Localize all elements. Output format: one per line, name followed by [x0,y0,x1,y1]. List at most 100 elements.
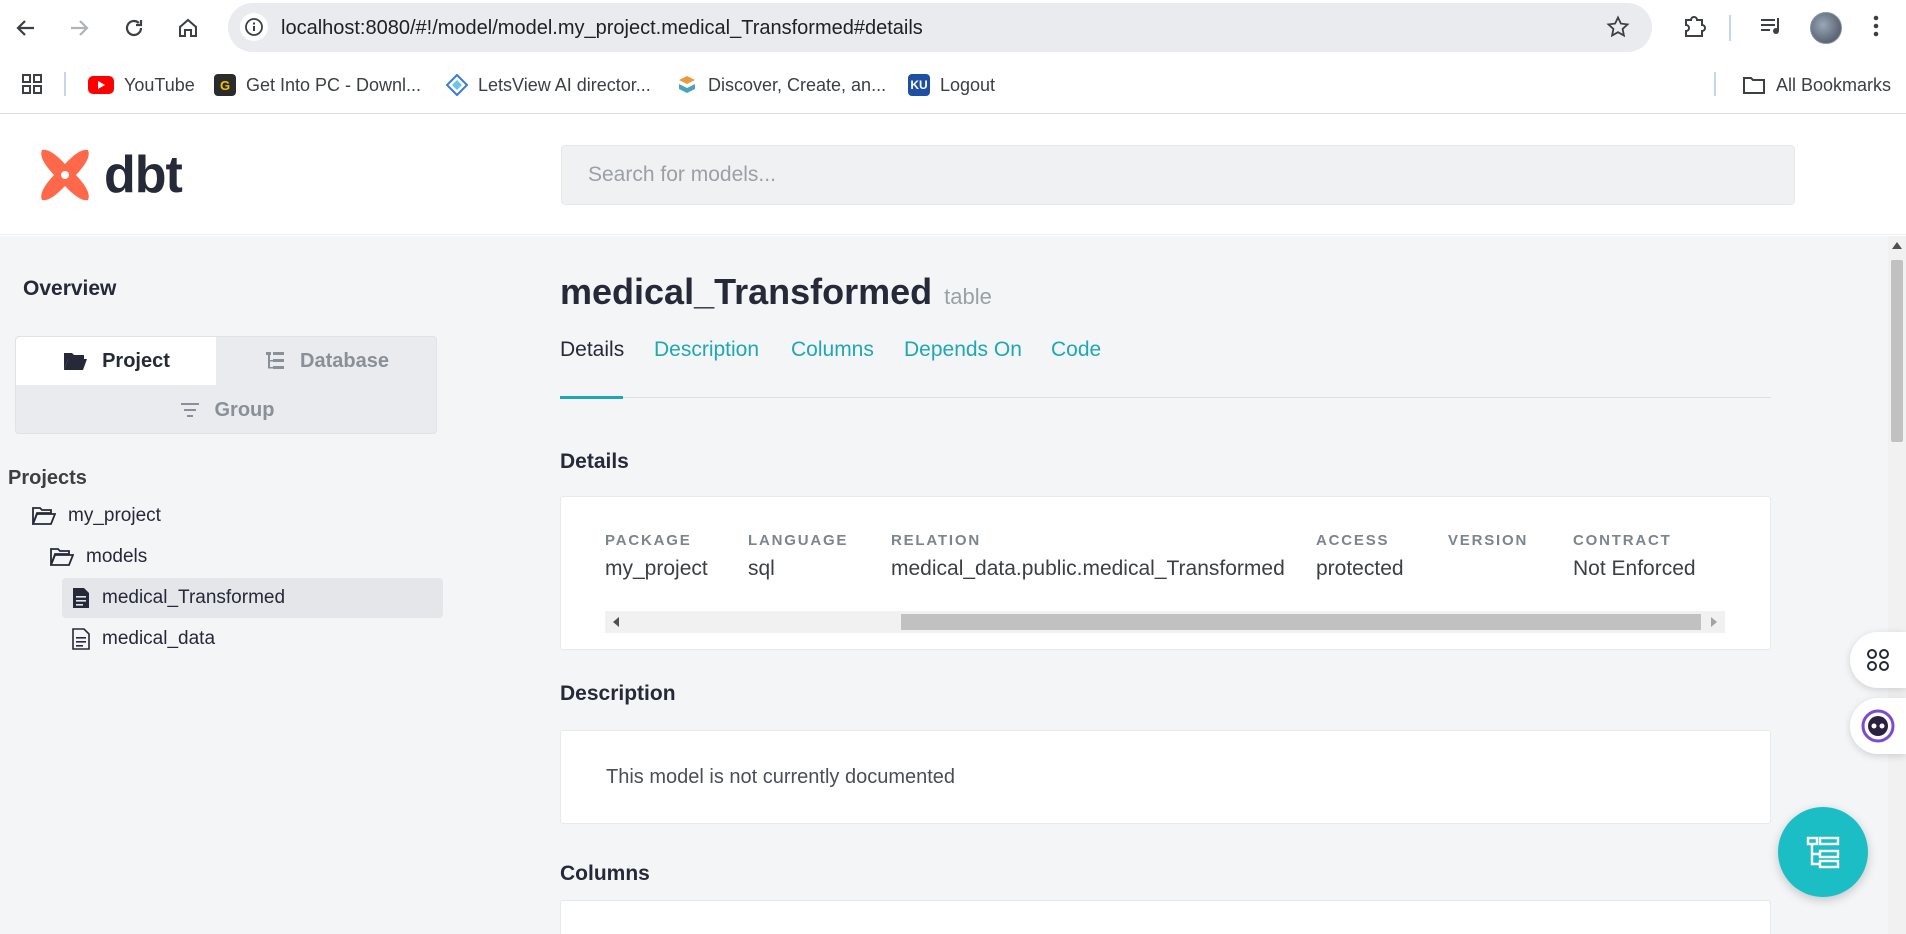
overview-link[interactable]: Overview [23,277,116,301]
detail-version: VERSION [1448,532,1528,557]
tree-item-label: medical_data [102,628,216,649]
bookmark-label: LetsView AI director... [478,74,651,95]
bookmarks-divider [64,72,66,96]
tab-depends-on[interactable]: Depends On [904,338,1022,362]
sidebar: Overview Project Database Group Projects… [0,236,450,934]
scrollbar-thumb[interactable] [901,614,1701,630]
media-controls-icon[interactable] [1758,12,1786,45]
getintopc-icon: G [214,74,236,96]
forward-button[interactable] [61,10,97,46]
all-bookmarks-label: All Bookmarks [1776,74,1892,95]
folder-open-icon [50,548,74,566]
file-filled-icon [73,588,89,608]
page-scrollbar[interactable] [1888,236,1906,934]
detail-value: protected [1316,557,1404,580]
bookmarks-divider [1714,72,1716,96]
database-tree-icon [266,352,285,369]
bookmark-logout[interactable]: KU Logout [908,70,995,100]
dbt-logo[interactable]: dbt [36,145,183,205]
url-text[interactable]: localhost:8080/#!/model/model.my_project… [281,17,923,40]
scroll-left-icon[interactable] [605,611,627,633]
forward-arrow-icon [71,20,89,36]
tree-item-label: models [86,546,148,567]
detail-value: medical_data.public.medical_Transformed [891,557,1285,580]
home-icon [179,18,197,37]
site-info-icon[interactable] [240,13,268,41]
details-horizontal-scrollbar[interactable] [605,611,1725,633]
bookmark-label: Discover, Create, an... [708,74,887,95]
back-button[interactable] [8,10,44,46]
folder-icon [1742,75,1766,95]
scroll-up-icon[interactable] [1892,242,1902,249]
reload-button[interactable] [116,10,152,46]
folder-open-icon [32,507,56,525]
detail-value: sql [748,557,775,580]
details-heading: Details [560,450,629,473]
tree-folder-models[interactable]: models [50,537,147,577]
bookmark-letsview[interactable]: LetsView AI director... [446,70,651,100]
detail-key: ACCESS [1316,532,1390,549]
ku-icon: KU [908,74,930,96]
discover-icon [676,74,698,96]
sidebar-view-switcher: Project Database Group [15,336,437,434]
bookmark-discover[interactable]: Discover, Create, an... [676,70,886,100]
all-bookmarks-button[interactable]: All Bookmarks [1742,70,1891,100]
page-scrollbar-thumb[interactable] [1891,260,1903,442]
model-title: medical_Transformed table [560,271,992,313]
tab-details[interactable]: Details [560,338,624,362]
tab-code[interactable]: Code [1051,338,1101,362]
extensions-icon[interactable] [1680,12,1708,45]
tree-project-my-project[interactable]: my_project [32,496,161,536]
tree-item-label: medical_Transformed [102,587,286,608]
tree-model-medical-data[interactable]: medical_data [72,619,215,659]
description-heading: Description [560,682,676,705]
letsview-icon [446,74,468,96]
projects-heading: Projects [8,467,87,489]
browser-menu-icon[interactable] [1868,12,1884,45]
bookmark-star-icon[interactable] [1606,15,1630,44]
bookmark-youtube[interactable]: YouTube [88,70,195,100]
model-search[interactable] [561,145,1795,205]
bookmark-label: Get Into PC - Downl... [246,74,422,95]
detail-language: LANGUAGE sql [748,532,848,581]
apps-grid-icon[interactable] [20,72,44,101]
filter-lines-icon [180,403,199,417]
tab-project[interactable]: Project [16,337,216,385]
details-card: PACKAGE my_project LANGUAGE sql RELATION… [560,496,1771,650]
model-detail-panel: medical_Transformed table Details Descri… [450,236,1888,934]
bookmark-label: YouTube [124,74,195,95]
tab-group-label: Group [214,398,275,421]
app-header: dbt [0,115,1906,235]
bookmark-getintopc[interactable]: G Get Into PC - Downl... [214,70,421,100]
detail-key: RELATION [891,532,981,549]
detail-access: ACCESS protected [1316,532,1404,581]
model-name: medical_Transformed [560,271,933,312]
detail-value: Not Enforced [1573,557,1696,580]
side-widget-assistant[interactable] [1850,698,1906,754]
profile-avatar[interactable] [1810,12,1842,44]
home-button[interactable] [170,10,206,46]
description-text: This model is not currently documented [606,766,956,788]
tab-database[interactable]: Database [216,337,437,385]
reload-icon [125,19,143,37]
columns-card [560,900,1771,934]
tab-columns[interactable]: Columns [791,338,874,362]
columns-heading: Columns [560,862,650,885]
tree-model-medical-transformed[interactable]: medical_Transformed [62,578,443,618]
tab-group[interactable]: Group [16,386,437,434]
tree-item-label: my_project [68,505,161,526]
tab-database-label: Database [300,349,389,372]
search-input[interactable] [562,146,1794,204]
file-outline-icon [72,628,90,650]
youtube-icon [88,76,114,94]
lineage-graph-button[interactable] [1778,807,1868,897]
active-tab-indicator [560,396,623,399]
detail-key: PACKAGE [605,532,692,549]
detail-key: CONTRACT [1573,532,1672,549]
tab-description[interactable]: Description [654,338,759,362]
scroll-right-icon[interactable] [1703,611,1725,633]
side-widget-apps[interactable] [1850,632,1906,688]
address-bar[interactable]: localhost:8080/#!/model/model.my_project… [228,3,1652,52]
back-arrow-icon [16,20,34,36]
folder-open-icon [64,353,88,370]
